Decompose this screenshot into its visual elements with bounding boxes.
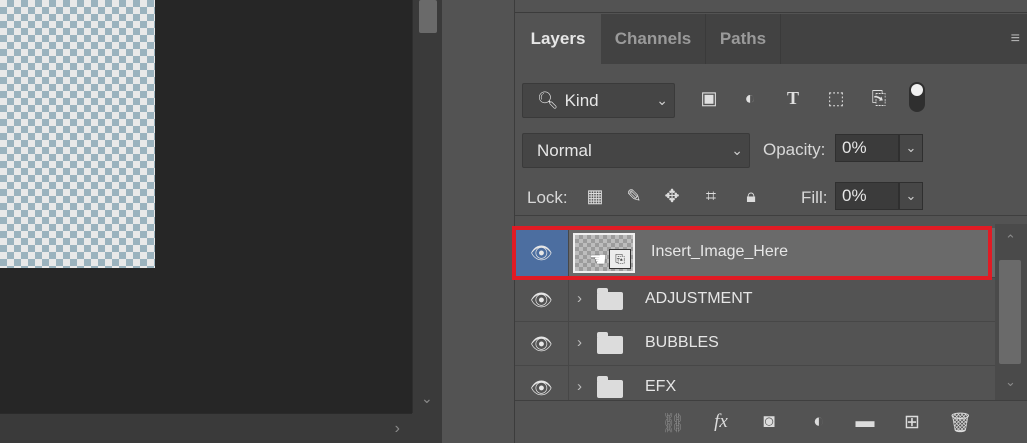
fill-field[interactable]: 0% [835, 182, 899, 210]
chevron-right-icon[interactable]: › [577, 378, 582, 395]
type-filter-icon[interactable]: T [781, 88, 805, 109]
layer-row[interactable]: 👁︎ › BUBBLES [515, 322, 995, 366]
kind-label: Kind [564, 91, 599, 110]
eye-icon: 👁︎ [530, 290, 553, 310]
eye-icon: 👁︎ [530, 243, 553, 263]
chevron-down-icon: ⌄ [731, 142, 743, 158]
chevron-up-icon[interactable]: ⌃ [1005, 232, 1016, 248]
smart-object-badge-icon: ⎘ [609, 249, 631, 269]
filter-kind-select[interactable]: 🔍︎ Kind ⌄ [522, 83, 675, 118]
lock-transparent-pixels-icon[interactable]: ▦ [583, 186, 607, 207]
canvas-image-preview [0, 0, 155, 268]
layer-name: Insert_Image_Here [651, 243, 788, 260]
chevron-right-icon[interactable]: › [577, 334, 582, 351]
chevron-down-icon[interactable]: ⌄ [421, 390, 433, 407]
layer-thumbnail[interactable]: ☚ ⎘ [573, 233, 635, 273]
delete-layer-icon[interactable]: 🗑︎ [946, 411, 974, 435]
opacity-label: Opacity: [763, 140, 826, 159]
shape-filter-icon[interactable]: ⬚ [824, 88, 848, 109]
panel-gutter [442, 0, 514, 443]
scroll-corner [412, 413, 442, 443]
visibility-toggle[interactable]: 👁︎ [515, 322, 569, 366]
tab-channels[interactable]: Channels [601, 14, 706, 64]
panel-top-edge [515, 0, 1027, 13]
lock-row: Lock: ▦ ✎ ✥ ⌗ 🔒︎ Fill: 0% ⌄ [515, 180, 1027, 216]
chevron-down-icon[interactable]: ⌄ [1005, 374, 1016, 390]
blend-mode-select[interactable]: Normal ⌄ [522, 133, 750, 168]
layers-list-scrollbar[interactable]: ⌃ ⌄ [995, 224, 1027, 400]
chevron-right-icon[interactable]: › [577, 290, 582, 307]
lock-all-icon[interactable]: 🔒︎ [739, 186, 763, 207]
layer-name: EFX [645, 378, 677, 395]
layer-row[interactable]: 👁︎ › ADJUSTMENT [515, 278, 995, 322]
canvas-horizontal-scrollbar[interactable]: › [0, 413, 412, 443]
panel-menu-icon[interactable]: ≡ [1011, 30, 1020, 48]
visibility-toggle[interactable]: 👁︎ [515, 278, 569, 322]
lock-image-pixels-icon[interactable]: ✎ [622, 186, 646, 207]
folder-icon [597, 376, 623, 398]
photoshop-window: ⌄ › Layers Channels Paths ≡ 🔍︎ Kind ⌄ ▣ ◐… [0, 0, 1027, 443]
layer-row[interactable]: 👁︎ › EFX [515, 366, 995, 400]
layers-panel: Layers Channels Paths ≡ 🔍︎ Kind ⌄ ▣ ◐ T ⬚… [514, 0, 1027, 443]
fill-dropdown[interactable]: ⌄ [899, 182, 923, 210]
folder-icon [597, 332, 623, 354]
layers-scroll-thumb[interactable] [999, 260, 1021, 364]
layer-filter-row: 🔍︎ Kind ⌄ ▣ ◐ T ⬚ ⎘ [515, 78, 1027, 118]
new-group-icon[interactable]: ▬ [851, 411, 879, 433]
lock-label: Lock: [527, 188, 568, 207]
opacity-dropdown[interactable]: ⌄ [899, 134, 923, 162]
chevron-right-icon[interactable]: › [395, 420, 400, 438]
filter-toggle[interactable] [909, 82, 925, 112]
panel-tabs: Layers Channels Paths ≡ [515, 14, 1027, 64]
image-filter-icon[interactable]: ▣ [697, 88, 721, 109]
layers-list: 👁︎ ☚ ⎘ Insert_Image_Here 👁︎ › ADJUSTMENT… [515, 224, 995, 400]
toggle-knob [911, 84, 923, 96]
fill-label: Fill: [801, 188, 828, 207]
folder-icon [597, 288, 623, 310]
tab-layers[interactable]: Layers [515, 14, 601, 64]
visibility-toggle[interactable]: 👁︎ [515, 366, 569, 400]
canvas-vertical-scrollbar[interactable]: ⌄ [412, 0, 442, 413]
layers-bottom-bar: ⛓ fx ◙ ◐ ▬ ⊞ 🗑︎ [515, 400, 1027, 443]
tab-paths[interactable]: Paths [706, 14, 781, 64]
blend-mode-value: Normal [537, 141, 592, 160]
blend-row: Normal ⌄ Opacity: 0% ⌄ [515, 130, 1027, 170]
link-layers-icon[interactable]: ⛓ [659, 411, 687, 435]
adjustment-filter-icon[interactable]: ◐ [738, 88, 762, 109]
add-mask-icon[interactable]: ◙ [755, 411, 783, 433]
eye-icon: 👁︎ [530, 378, 553, 398]
chevron-down-icon: ⌄ [656, 92, 668, 108]
visibility-toggle[interactable]: 👁︎ [515, 228, 569, 278]
layer-name: ADJUSTMENT [645, 290, 753, 307]
new-fill-adjustment-icon[interactable]: ◐ [805, 411, 833, 433]
search-icon: 🔍︎ [537, 91, 559, 110]
layer-row-selected[interactable]: 👁︎ ☚ ⎘ Insert_Image_Here [515, 228, 995, 278]
opacity-field[interactable]: 0% [835, 134, 899, 162]
smart-object-filter-icon[interactable]: ⎘ [867, 88, 891, 109]
lock-artboard-icon[interactable]: ⌗ [699, 186, 723, 207]
document-canvas[interactable] [0, 0, 412, 413]
layer-style-icon[interactable]: fx [707, 411, 735, 433]
canvas-vscroll-thumb[interactable] [419, 0, 437, 33]
hand-cursor-icon: ☚ [589, 249, 607, 271]
new-layer-icon[interactable]: ⊞ [898, 411, 926, 434]
layer-name: BUBBLES [645, 334, 719, 351]
eye-icon: 👁︎ [530, 334, 553, 354]
lock-position-icon[interactable]: ✥ [660, 186, 684, 207]
